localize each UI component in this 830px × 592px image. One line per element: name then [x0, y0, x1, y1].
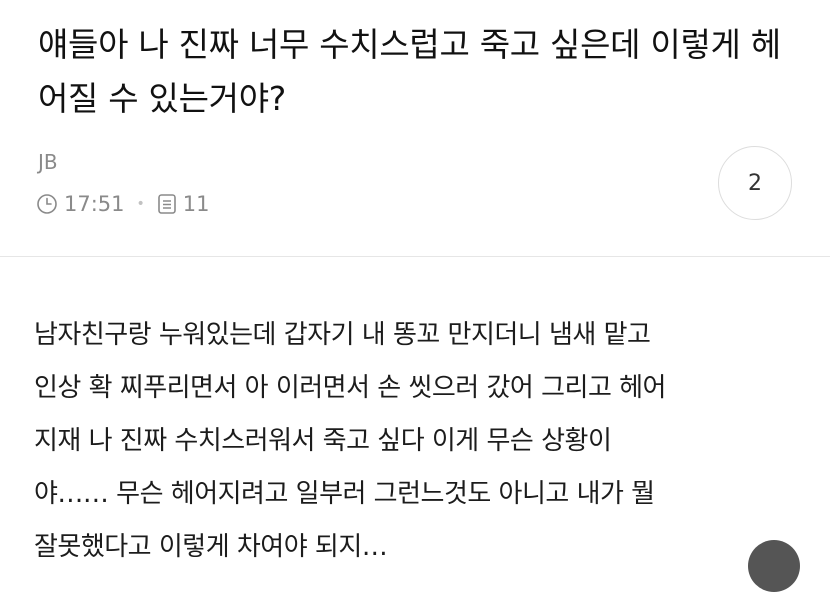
view-count: 11	[182, 192, 210, 216]
author-name[interactable]: JB	[38, 150, 58, 174]
post-meta: 17:51 • 11	[36, 190, 210, 218]
body-line: 인상 확 찌푸리면서 아 이러면서 손 씻으러 갔어 그리고 헤어	[34, 373, 666, 403]
post-body: 남자친구랑 누워있는데 갑자기 내 똥꼬 만지더니 냄새 맡고 인상 확 찌푸리…	[34, 309, 824, 574]
comment-count-button[interactable]: 2	[718, 146, 792, 220]
document-icon	[157, 193, 177, 215]
post-header: 얘들아 나 진짜 너무 수치스럽고 죽고 싶은데 이렇게 헤어질 수 있는거야?…	[0, 0, 830, 257]
clock-icon	[36, 193, 58, 215]
post-time: 17:51	[64, 192, 125, 216]
floating-action-button[interactable]	[748, 540, 800, 592]
body-line: 지재 나 진짜 수치스러워서 죽고 싶다 이게 무슨 상황이	[34, 426, 612, 456]
body-line: 야…… 무슨 헤어지려고 일부러 그런느것도 아니고 내가 뭘	[34, 479, 655, 509]
meta-separator: •	[136, 196, 145, 212]
body-line: 잘못했다고 이렇게 차여야 되지…	[34, 532, 388, 562]
post-title: 얘들아 나 진짜 너무 수치스럽고 죽고 싶은데 이렇게 헤어질 수 있는거야?	[38, 25, 781, 118]
body-line: 남자친구랑 누워있는데 갑자기 내 똥꼬 만지더니 냄새 맡고	[34, 320, 651, 350]
